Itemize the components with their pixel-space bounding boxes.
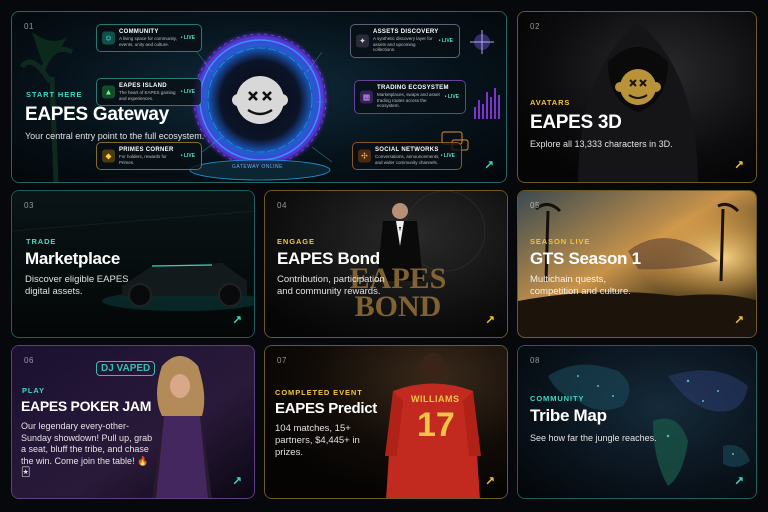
open-arrow-icon[interactable]: ↗	[232, 474, 242, 488]
card-title: EAPES Bond	[277, 249, 380, 268]
card-eyebrow: TRADE	[26, 237, 57, 246]
card-number: 05	[530, 201, 540, 210]
gateway-card[interactable]: 01 ☺ COMMUNITY A living space for commun…	[11, 11, 507, 183]
pill-desc: Marketplaces, swaps and asset trading ro…	[377, 92, 440, 108]
marketplace-card[interactable]: 03 TRADE Marketplace Discover eligible E…	[11, 190, 255, 338]
card-title: Marketplace	[25, 249, 120, 268]
open-arrow-icon[interactable]: ↗	[232, 313, 242, 327]
card-eyebrow: COMPLETED EVENT	[275, 388, 363, 397]
pill-desc: Conversations, announcements, and wider …	[375, 154, 440, 165]
card-number: 06	[24, 356, 34, 365]
card-description: Our legendary every-other-Sunday showdow…	[21, 421, 153, 477]
card-description: Contribution, participation and communit…	[277, 274, 385, 297]
card-description: Explore all 13,333 characters in 3D.	[530, 139, 673, 149]
open-arrow-icon[interactable]: ↗	[485, 474, 495, 488]
card-number: 07	[277, 356, 287, 365]
eapes-3d-card[interactable]: 02 AVATARS EAPES 3D Explore all 13,333 c…	[517, 11, 757, 183]
live-badge: • LIVE	[444, 93, 459, 100]
gts-season-card[interactable]: 05 SEASON LIVE GTS Season 1 Multichain q…	[517, 190, 757, 338]
jersey-number: 17	[417, 406, 455, 444]
card-description: Discover eligible EAPES digital assets.	[25, 274, 129, 297]
card-title: GTS Season 1	[530, 249, 641, 268]
live-badge: • LIVE	[440, 153, 455, 159]
eapes-predict-card[interactable]: WILLIAMS 17 07 COMPLETED EVENT EAPES Pre…	[264, 345, 508, 499]
card-eyebrow: AVATARS	[530, 98, 571, 107]
card-title: EAPES POKER JAM	[21, 398, 152, 414]
diamond-icon: ◆	[102, 149, 115, 163]
card-title: EAPES Predict	[275, 400, 377, 417]
card-description: Your central entry point to the full eco…	[25, 131, 205, 141]
card-title: Tribe Map	[530, 406, 607, 425]
card-eyebrow: SEASON LIVE	[530, 237, 591, 246]
pill-eapes-island[interactable]: ▲ EAPES ISLAND The heart of EAPES gaming…	[96, 78, 202, 106]
pill-title: TRADING ECOSYSTEM	[377, 85, 449, 91]
card-eyebrow: PLAY	[22, 386, 45, 395]
poker-jam-card[interactable]: DJ VAPED 06 PLAY EAPES POKER JAM Our leg…	[11, 345, 255, 499]
island-icon: ▲	[102, 85, 115, 99]
live-badge: • LIVE	[438, 37, 453, 44]
pill-desc: A synthetic discovery layer for assets a…	[373, 36, 433, 52]
portal-caption: GATEWAY ONLINE	[232, 164, 283, 170]
live-badge: • LIVE	[180, 89, 195, 95]
jersey-name: WILLIAMS	[411, 394, 460, 404]
community-icon: ☺	[102, 31, 115, 45]
card-number: 03	[24, 201, 34, 210]
live-badge: • LIVE	[180, 35, 195, 41]
open-arrow-icon[interactable]: ↗	[484, 158, 494, 172]
card-number: 04	[277, 201, 287, 210]
card-description: Multichain quests, competition and cultu…	[530, 274, 631, 297]
chart-icon: ▦	[360, 90, 373, 104]
pill-community[interactable]: ☺ COMMUNITY A living space for community…	[96, 24, 202, 52]
pill-desc: A living space for community, events, un…	[119, 36, 177, 47]
open-arrow-icon[interactable]: ↗	[734, 474, 744, 488]
compass-icon: ✦	[356, 34, 369, 48]
network-icon: ✣	[358, 149, 371, 163]
pill-primes-corner[interactable]: ◆ PRIMES CORNER For holders, rewards for…	[96, 142, 202, 170]
card-eyebrow: START HERE	[26, 90, 83, 99]
card-number: 02	[530, 22, 540, 31]
pill-trading-ecosystem[interactable]: ▦ TRADING ECOSYSTEM Marketplaces, swaps …	[354, 80, 466, 114]
tribe-map-card[interactable]: 08 COMMUNITY Tribe Map See how far the j…	[517, 345, 757, 499]
card-description: See how far the jungle reaches.	[530, 433, 657, 443]
open-arrow-icon[interactable]: ↗	[485, 313, 495, 327]
card-title: EAPES 3D	[530, 112, 622, 133]
neon-sign-text: DJ VAPED	[96, 361, 156, 376]
live-badge: • LIVE	[180, 153, 195, 159]
card-title: EAPES Gateway	[25, 104, 169, 125]
card-eyebrow: COMMUNITY	[530, 394, 585, 403]
open-arrow-icon[interactable]: ↗	[734, 313, 744, 327]
open-arrow-icon[interactable]: ↗	[734, 158, 744, 172]
card-number: 01	[24, 22, 34, 31]
pill-social-networks[interactable]: ✣ SOCIAL NETWORKS Conversations, announc…	[352, 142, 462, 170]
card-eyebrow: ENGAGE	[277, 237, 315, 246]
pill-desc: The heart of EAPES gaming and experience…	[119, 90, 176, 101]
card-number: 08	[530, 356, 540, 365]
eapes-bond-card[interactable]: EAPES BOND 04 ENGAGE EAPES Bond Contribu…	[264, 190, 508, 338]
pill-assets-discovery[interactable]: ✦ ASSETS DISCOVERY A synthetic discovery…	[350, 24, 460, 58]
pill-desc: For holders, rewards for Primes.	[119, 154, 167, 165]
card-description: 104 matches, 15+ partners, $4,445+ in pr…	[275, 423, 360, 458]
pill-title: ASSETS DISCOVERY	[373, 29, 439, 35]
